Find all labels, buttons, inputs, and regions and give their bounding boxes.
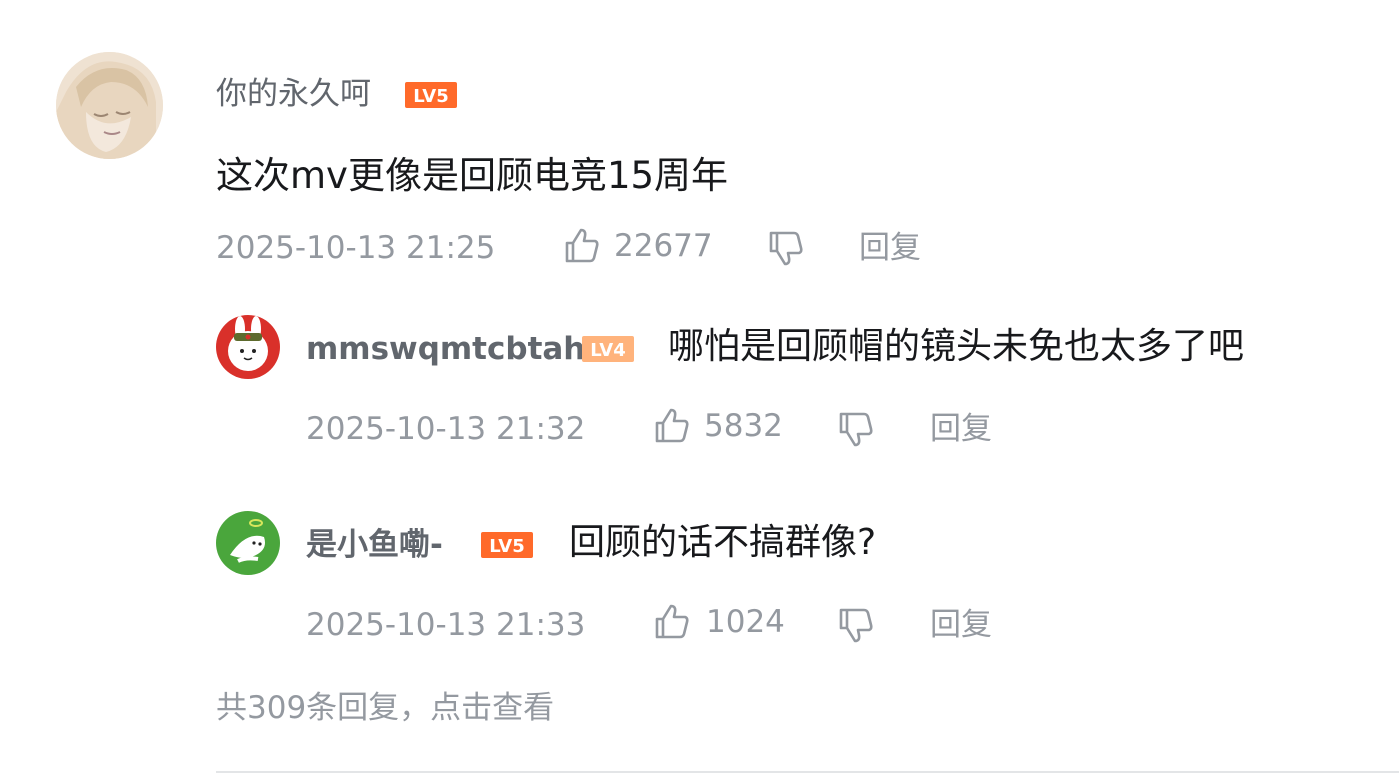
avatar[interactable] bbox=[56, 52, 163, 159]
level-text: LV5 bbox=[489, 536, 524, 557]
like-count: 22677 bbox=[614, 228, 713, 264]
thumbs-down-icon[interactable] bbox=[835, 409, 875, 449]
reply-username[interactable]: mmswqmtcbtah bbox=[306, 329, 585, 369]
view-more-replies-link[interactable]: 共309条回复，点击查看 bbox=[216, 688, 554, 728]
level-badge-lv5-icon: LV5 bbox=[481, 532, 533, 558]
level-text: LV5 bbox=[413, 86, 448, 107]
comment-text: 这次mv更像是回顾电竞15周年 bbox=[216, 154, 729, 197]
thumbs-up-icon[interactable] bbox=[561, 226, 601, 266]
reply-button[interactable]: 回复 bbox=[930, 409, 992, 449]
reply-text: 回顾的话不搞群像? bbox=[569, 522, 877, 563]
avatar-image bbox=[56, 52, 163, 159]
thumbs-up-icon[interactable] bbox=[651, 406, 691, 446]
comment-timestamp: 2025-10-13 21:25 bbox=[216, 230, 496, 266]
comment-thread: 你的永久呵 LV5 这次mv更像是回顾电竞15周年 2025-10-13 21:… bbox=[0, 0, 1399, 779]
avatar[interactable] bbox=[216, 511, 280, 575]
like-count: 1024 bbox=[706, 604, 785, 640]
reply-button[interactable]: 回复 bbox=[859, 228, 921, 268]
level-text: LV4 bbox=[590, 340, 625, 361]
reply-button[interactable]: 回复 bbox=[930, 605, 992, 645]
reply-text: 哪怕是回顾帽的镜头未免也太多了吧 bbox=[668, 326, 1245, 367]
divider bbox=[216, 771, 1399, 773]
reply-username[interactable]: 是小鱼嘞- bbox=[306, 525, 443, 565]
thumbs-up-icon[interactable] bbox=[651, 602, 691, 642]
reply-timestamp: 2025-10-13 21:32 bbox=[306, 411, 586, 447]
level-badge-lv5-icon: LV5 bbox=[405, 82, 457, 108]
avatar[interactable] bbox=[216, 315, 280, 379]
reply-timestamp: 2025-10-13 21:33 bbox=[306, 607, 586, 643]
comment-username[interactable]: 你的永久呵 bbox=[216, 74, 371, 114]
thumbs-down-icon[interactable] bbox=[765, 228, 805, 268]
level-badge-lv4-icon: LV4 bbox=[582, 336, 634, 362]
thumbs-down-icon[interactable] bbox=[835, 605, 875, 645]
like-count: 5832 bbox=[704, 408, 783, 444]
